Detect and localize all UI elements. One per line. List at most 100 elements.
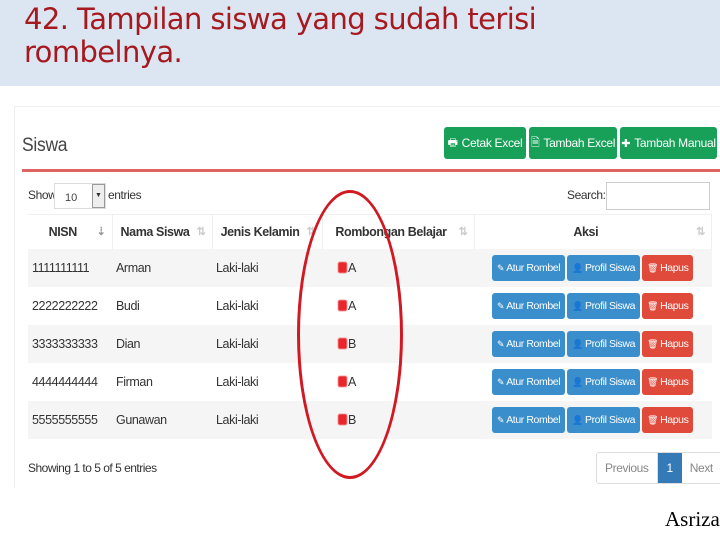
cell-nama-siswa: Gunawan — [112, 400, 212, 439]
search-label: Search: — [567, 188, 606, 202]
pagination-page-1[interactable]: 1 — [657, 453, 682, 483]
app-screenshot: Siswa 🖶 Cetak Excel 🗎 Tambah Excel ✚ Tam… — [10, 100, 720, 488]
atur-rombel-button[interactable]: ✎ Atur Rombel — [492, 368, 566, 395]
edit-icon: ✎ — [497, 376, 505, 387]
rombel-value: B — [348, 336, 356, 351]
cell-aksi: ✎ Atur Rombel 👤 Profil Siswa 🗑 Hapus — [474, 362, 712, 401]
column-header-jenis-kelamin[interactable]: Jenis Kelamin ⇅ — [212, 214, 323, 249]
redaction-mark — [338, 337, 347, 349]
column-header-rombongan-belajar[interactable]: Rombongan Belajar ⇅ — [322, 214, 475, 249]
cell-nama-siswa: Budi — [112, 286, 212, 325]
tambah-excel-button[interactable]: 🗎 Tambah Excel — [529, 127, 617, 159]
slide-title-line-1: 42. Tampilan siswa yang sudah terisi — [24, 2, 537, 36]
pagination-previous[interactable]: Previous — [597, 453, 658, 483]
trash-icon: 🗑 — [647, 262, 659, 273]
cell-jenis-kelamin: Laki-laki — [212, 400, 322, 439]
table-info: Showing 1 to 5 of 5 entries — [28, 461, 157, 475]
table-row: 5555555555 Gunawan Laki-laki B ✎ Atur Rombel 👤… — [28, 400, 712, 439]
hapus-button[interactable]: 🗑 Hapus — [642, 254, 694, 281]
profil-siswa-button[interactable]: 👤 Profil Siswa — [567, 330, 641, 357]
edit-icon: ✎ — [497, 262, 505, 273]
profil-siswa-button[interactable]: 👤 Profil Siswa — [567, 368, 641, 395]
cetak-excel-label: Cetak Excel — [461, 136, 523, 150]
profil-siswa-button[interactable]: 👤 Profil Siswa — [567, 292, 641, 319]
sort-icon: ⇅ — [696, 226, 705, 238]
column-header-nama-siswa[interactable]: Nama Siswa ⇅ — [112, 214, 213, 249]
rombel-value: A — [348, 374, 356, 389]
redaction-mark — [338, 413, 347, 425]
cell-rombongan-belajar: A — [322, 362, 474, 401]
atur-rombel-button[interactable]: ✎ Atur Rombel — [492, 254, 566, 281]
pagination-next[interactable]: Next — [682, 453, 720, 483]
hapus-button[interactable]: 🗑 Hapus — [642, 368, 694, 395]
cell-nama-siswa: Arman — [112, 248, 212, 287]
cell-nisn: 1111111111 — [28, 248, 112, 287]
cell-nama-siswa: Dian — [112, 324, 212, 363]
column-header-nisn[interactable]: NISN ⇣ — [28, 214, 113, 249]
panel-title: Siswa — [22, 135, 68, 156]
edit-icon: ✎ — [497, 338, 505, 349]
profil-siswa-button[interactable]: 👤 Profil Siswa — [567, 254, 641, 281]
table-row: 1111111111 Arman Laki-laki A ✎ Atur Rombel 👤 Pr… — [28, 248, 712, 287]
search-input[interactable] — [606, 182, 710, 210]
sort-asc-icon: ⇣ — [96, 226, 106, 238]
table-row: 3333333333 Dian Laki-laki B ✎ Atur Rombel 👤 Pro… — [28, 324, 712, 363]
cell-rombongan-belajar: B — [322, 400, 474, 439]
chevron-down-icon[interactable]: ▼ — [92, 184, 105, 208]
plus-icon: ✚ — [621, 137, 631, 150]
print-icon: 🖶 — [447, 136, 458, 149]
hapus-button[interactable]: 🗑 Hapus — [642, 292, 694, 319]
cell-jenis-kelamin: Laki-laki — [212, 286, 322, 325]
trash-icon: 🗑 — [647, 414, 659, 425]
siswa-panel: Siswa 🖶 Cetak Excel 🗎 Tambah Excel ✚ Tam… — [14, 106, 720, 488]
user-icon: 👤 — [572, 376, 583, 387]
tambah-excel-label: Tambah Excel — [543, 136, 616, 150]
redaction-mark — [338, 375, 347, 387]
trash-icon: 🗑 — [647, 300, 659, 311]
atur-rombel-button[interactable]: ✎ Atur Rombel — [492, 406, 566, 433]
trash-icon: 🗑 — [647, 338, 659, 349]
redaction-mark — [338, 261, 347, 273]
hapus-button[interactable]: 🗑 Hapus — [642, 406, 694, 433]
rombel-value: A — [348, 298, 356, 313]
column-header-aksi[interactable]: Aksi ⇅ — [474, 214, 712, 249]
cell-nisn: 5555555555 — [28, 400, 112, 439]
cell-nisn: 3333333333 — [28, 324, 112, 363]
slide-title: 42. Tampilan siswa yang sudah terisi rom… — [24, 3, 704, 69]
page-length-value: 10 — [65, 192, 78, 204]
cell-rombongan-belajar: B — [322, 324, 474, 363]
tambah-manual-button[interactable]: ✚ Tambah Manual — [620, 127, 717, 159]
show-label: Show — [28, 188, 57, 202]
cell-aksi: ✎ Atur Rombel 👤 Profil Siswa 🗑 Hapus — [474, 324, 712, 363]
user-icon: 👤 — [572, 338, 583, 349]
table-row: 2222222222 Budi Laki-laki A ✎ Atur Rombel 👤 Pro… — [28, 286, 712, 325]
cell-nama-siswa: Firman — [112, 362, 212, 401]
slide-title-line-2: rombelnya. — [24, 35, 183, 69]
page-length-select[interactable]: 10 ▼ — [54, 183, 106, 209]
tambah-manual-label: Tambah Manual — [634, 136, 716, 150]
cell-aksi: ✎ Atur Rombel 👤 Profil Siswa 🗑 Hapus — [474, 400, 712, 439]
profil-siswa-button[interactable]: 👤 Profil Siswa — [567, 406, 641, 433]
cell-rombongan-belajar: A — [322, 248, 474, 287]
table-header-row: NISN ⇣ Nama Siswa ⇅ Jenis Kelamin ⇅ Romb… — [28, 214, 712, 249]
redaction-mark — [338, 299, 347, 311]
rombel-value: B — [348, 412, 356, 427]
cell-rombongan-belajar: A — [322, 286, 474, 325]
trash-icon: 🗑 — [647, 376, 659, 387]
hapus-button[interactable]: 🗑 Hapus — [642, 330, 694, 357]
entries-label: entries — [108, 188, 142, 202]
panel-divider — [22, 169, 720, 172]
siswa-table: NISN ⇣ Nama Siswa ⇅ Jenis Kelamin ⇅ Romb… — [28, 214, 712, 439]
author-credit: Asriza — [665, 507, 720, 531]
user-icon: 👤 — [572, 300, 583, 311]
rombel-value: A — [348, 260, 356, 275]
cell-jenis-kelamin: Laki-laki — [212, 248, 322, 287]
atur-rombel-button[interactable]: ✎ Atur Rombel — [492, 330, 566, 357]
atur-rombel-button[interactable]: ✎ Atur Rombel — [492, 292, 566, 319]
table-row: 4444444444 Firman Laki-laki A ✎ Atur Rombel 👤 P… — [28, 362, 712, 401]
cetak-excel-button[interactable]: 🖶 Cetak Excel — [444, 127, 526, 159]
sort-icon: ⇅ — [306, 226, 316, 238]
edit-icon: ✎ — [497, 414, 505, 425]
cell-jenis-kelamin: Laki-laki — [212, 362, 322, 401]
excel-file-icon: 🗎 — [530, 136, 540, 149]
